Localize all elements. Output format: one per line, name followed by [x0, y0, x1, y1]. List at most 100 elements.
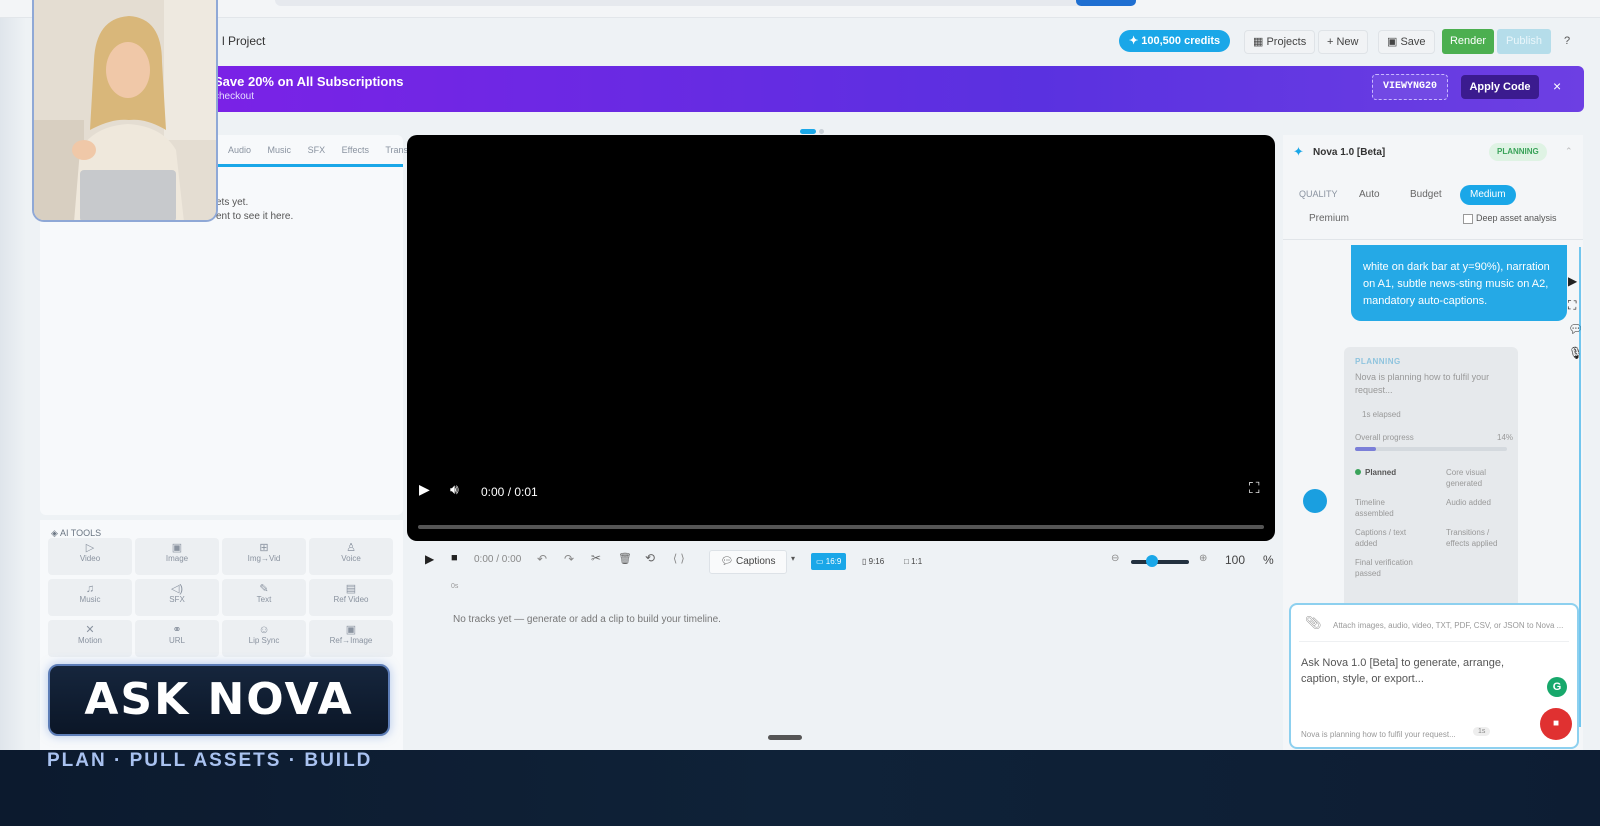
- trash-icon[interactable]: 🗑︎: [618, 552, 632, 565]
- help-button[interactable]: ?: [1564, 35, 1570, 47]
- undo-icon[interactable]: ↶: [537, 552, 547, 566]
- plan-step-label: Timeline assembled: [1355, 498, 1394, 518]
- brackets-icon[interactable]: ⟨ ⟩: [673, 552, 685, 565]
- tab-sfx[interactable]: SFX: [308, 145, 326, 155]
- tab-audio[interactable]: Audio: [228, 145, 251, 155]
- ai-tool-button[interactable]: ⚭ URL: [135, 620, 219, 657]
- ai-tool-button[interactable]: ✎ Text: [222, 579, 306, 616]
- tab-transitions[interactable]: Trans: [385, 145, 408, 155]
- chat-composer[interactable]: 📎︎ Attach images, audio, video, TXT, PDF…: [1289, 603, 1579, 749]
- quality-medium[interactable]: Medium: [1460, 185, 1516, 205]
- captions-dropdown-icon[interactable]: ▾: [791, 554, 795, 563]
- prompt-input[interactable]: Ask Nova 1.0 [Beta] to generate, arrange…: [1301, 655, 1541, 687]
- tool-label: Video: [79, 554, 101, 563]
- tab-effects[interactable]: Effects: [342, 145, 369, 155]
- tool-icon: ▤: [345, 583, 357, 595]
- progress-bar: [1355, 447, 1507, 451]
- promo-subtitle: checkout: [214, 91, 255, 102]
- collapse-icon[interactable]: ⌃: [1565, 146, 1573, 157]
- video-preview[interactable]: ▶ 🔊︎ 0:00 / 0:01 ⛶: [407, 135, 1275, 541]
- close-icon[interactable]: ×: [1553, 78, 1561, 94]
- play-icon[interactable]: ▶: [425, 552, 434, 566]
- ai-tool-button[interactable]: ◁) SFX: [135, 579, 219, 616]
- timeline-empty-text: No tracks yet — generate or add a clip t…: [453, 614, 721, 625]
- ratio-9-16[interactable]: ▯ 9:16: [857, 553, 889, 570]
- ai-tool-button[interactable]: ☺ Lip Sync: [222, 620, 306, 657]
- dot[interactable]: [819, 129, 824, 134]
- promo-code[interactable]: VIEWYNG20: [1372, 74, 1449, 100]
- tool-icon: ☺: [258, 624, 270, 636]
- quality-label: QUALITY: [1299, 189, 1338, 199]
- fullscreen-icon[interactable]: ⛶: [1249, 480, 1260, 497]
- sync-icon[interactable]: ⟲: [645, 551, 655, 565]
- stop-button[interactable]: ■: [1540, 708, 1572, 740]
- empty-assets-text: ets yet.: [216, 197, 249, 208]
- zoom-out-icon[interactable]: ⊖: [1111, 553, 1119, 564]
- tab-scrollbar[interactable]: [215, 164, 403, 167]
- stop-icon[interactable]: ■: [451, 552, 458, 564]
- ai-tool-button[interactable]: ▣ Ref→Image: [309, 620, 393, 657]
- plan-step: Planned: [1355, 467, 1419, 478]
- apply-code-button[interactable]: Apply Code: [1461, 75, 1539, 99]
- tab-music[interactable]: Music: [268, 145, 292, 155]
- ai-tools-label: AI TOOLS: [59, 528, 102, 538]
- zoom-in-icon[interactable]: ⊕: [1199, 553, 1207, 564]
- deep-analysis-checkbox[interactable]: Deep asset analysis: [1463, 213, 1557, 224]
- ai-tool-button[interactable]: ♙ Voice: [309, 538, 393, 575]
- tool-label: Img→Vid: [247, 554, 281, 563]
- redo-icon[interactable]: ↷: [564, 552, 574, 566]
- captions-button[interactable]: 💬︎ Captions: [709, 550, 787, 574]
- ai-tool-button[interactable]: ▣ Image: [135, 538, 219, 575]
- elapsed-badge: 1s: [1473, 727, 1491, 736]
- portrait-icon: ▯: [862, 557, 869, 566]
- dot-active[interactable]: [800, 129, 816, 134]
- scissors-icon[interactable]: ✂: [591, 551, 601, 565]
- status-badge: PLANNING: [1489, 143, 1547, 161]
- video-progress-bar[interactable]: [418, 525, 1264, 529]
- zoom-value[interactable]: 100: [1225, 553, 1245, 567]
- url-bar[interactable]: [275, 0, 1135, 6]
- avatar: [1303, 489, 1327, 513]
- plan-step: Core visual generated: [1446, 467, 1510, 489]
- project-title[interactable]: l Project: [222, 34, 265, 48]
- plan-step-label: Planned: [1365, 468, 1397, 477]
- chat-scrollbar[interactable]: [1579, 247, 1581, 727]
- save-button[interactable]: ▣ Save: [1378, 30, 1435, 54]
- new-button[interactable]: + New: [1318, 30, 1368, 54]
- ai-tool-button[interactable]: ▤ Ref Video: [309, 579, 393, 616]
- assistant-panel: ✦ Nova 1.0 [Beta] PLANNING ⌃ QUALITY Aut…: [1283, 135, 1583, 750]
- ai-tool-button[interactable]: ▷ Video: [48, 538, 132, 575]
- plan-step: Audio added: [1446, 497, 1510, 508]
- ai-tool-button[interactable]: ♫ Music: [48, 579, 132, 616]
- progress-label: Overall progress: [1355, 433, 1414, 442]
- plan-title: PLANNING: [1355, 357, 1401, 366]
- zoom-slider-handle[interactable]: [1146, 555, 1158, 567]
- tool-icon: ⚭: [172, 624, 182, 636]
- plan-step-label: Final verification passed: [1355, 558, 1413, 578]
- credits-badge[interactable]: ✦ 100,500 credits: [1119, 30, 1231, 52]
- assistant-title: Nova 1.0 [Beta]: [1313, 147, 1386, 158]
- paperclip-icon[interactable]: 📎︎: [1305, 615, 1322, 631]
- square-icon: □: [904, 557, 912, 566]
- render-button[interactable]: Render: [1442, 29, 1494, 54]
- tool-icon: ✕: [85, 624, 95, 636]
- quality-premium[interactable]: Premium: [1309, 213, 1349, 224]
- tool-label: Ref→Image: [329, 636, 373, 645]
- timeline-resize-handle[interactable]: [768, 735, 802, 740]
- ai-tool-button[interactable]: ⊞ Img→Vid: [222, 538, 306, 575]
- play-icon[interactable]: ▶: [419, 481, 430, 498]
- checkbox[interactable]: [1463, 213, 1473, 224]
- publish-button[interactable]: Publish: [1497, 29, 1551, 54]
- projects-button[interactable]: ▦ Projects: [1244, 30, 1316, 54]
- left-edge-shade: [0, 0, 26, 750]
- url-go-button[interactable]: [1076, 0, 1136, 6]
- quality-auto[interactable]: Auto: [1359, 185, 1380, 205]
- ratio-16-9[interactable]: ▭ 16:9: [811, 553, 847, 570]
- quality-budget[interactable]: Budget: [1410, 185, 1442, 205]
- volume-icon[interactable]: 🔊︎: [450, 481, 459, 498]
- zoom-slider[interactable]: [1131, 560, 1189, 564]
- grammarly-icon[interactable]: G: [1547, 677, 1567, 697]
- ratio-1-1[interactable]: □ 1:1: [899, 553, 927, 570]
- promo-title: Save 20% on All Subscriptions: [214, 74, 404, 89]
- ai-tool-button[interactable]: ✕ Motion: [48, 620, 132, 657]
